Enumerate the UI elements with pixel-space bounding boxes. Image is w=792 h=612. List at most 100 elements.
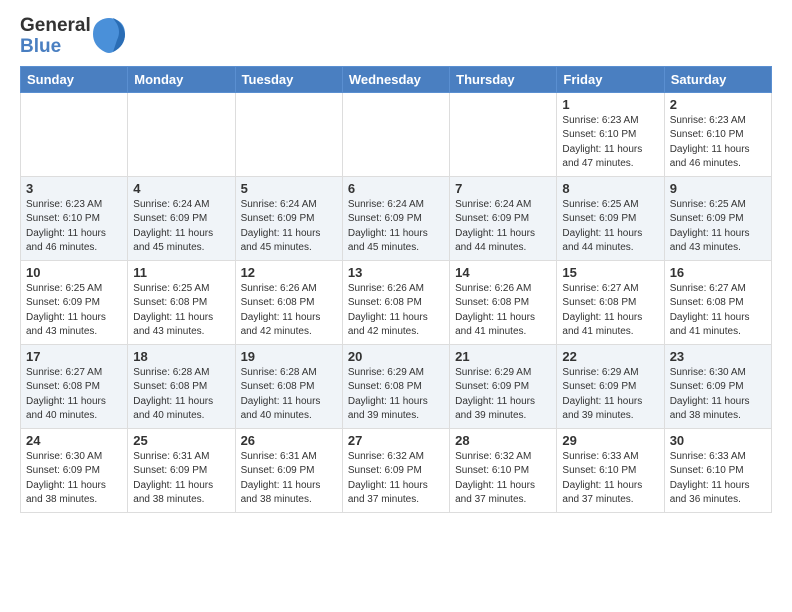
day-number: 1	[562, 97, 658, 112]
calendar-day-cell: 23 Sunrise: 6:30 AM Sunset: 6:09 PM Dayli…	[664, 344, 771, 428]
calendar-day-cell: 9 Sunrise: 6:25 AM Sunset: 6:09 PM Daylig…	[664, 176, 771, 260]
day-info: Sunrise: 6:23 AM Sunset: 6:10 PM Dayligh…	[26, 198, 122, 256]
calendar-week-row: 10Sunrise: 6:25 AM Sunset: 6:09 PM Dayli…	[21, 260, 772, 344]
calendar-day-cell: 17 Sunrise: 6:27 AM Sunset: 6:08 PM Dayli…	[21, 344, 128, 428]
day-number: 25	[133, 433, 229, 448]
calendar-week-row: 1 Sunrise: 6:23 AM Sunset: 6:10 PM Daylig…	[21, 92, 772, 176]
day-number: 15	[562, 265, 658, 280]
day-number: 5	[241, 181, 337, 196]
calendar-day-cell: 11 Sunrise: 6:25 AM Sunset: 6:08 PM Dayli…	[128, 260, 235, 344]
day-info: Sunrise: 6:24 AM Sunset: 6:09 PM Dayligh…	[241, 198, 337, 256]
day-number: 16	[670, 265, 766, 280]
day-number: 8	[562, 181, 658, 196]
day-number: 18	[133, 349, 229, 364]
day-number: 23	[670, 349, 766, 364]
day-info: Sunrise: 6:25 AM Sunset: 6:09 PM Dayligh…	[562, 198, 658, 256]
logo-blue-text: Blue	[20, 37, 91, 58]
day-info: Sunrise: 6:28 AM Sunset: 6:08 PM Dayligh…	[241, 366, 337, 424]
calendar-day-cell: 20 Sunrise: 6:29 AM Sunset: 6:08 PM Dayli…	[342, 344, 449, 428]
calendar-day-cell: 15 Sunrise: 6:27 AM Sunset: 6:08 PM Dayli…	[557, 260, 664, 344]
day-info: Sunrise: 6:27 AM Sunset: 6:08 PM Dayligh…	[562, 282, 658, 340]
calendar-day-cell	[21, 92, 128, 176]
calendar-day-cell: 6 Sunrise: 6:24 AM Sunset: 6:09 PM Daylig…	[342, 176, 449, 260]
calendar-day-cell: 30 Sunrise: 6:33 AM Sunset: 6:10 PM Dayli…	[664, 428, 771, 512]
calendar-day-cell: 10Sunrise: 6:25 AM Sunset: 6:09 PM Dayli…	[21, 260, 128, 344]
day-info: Sunrise: 6:26 AM Sunset: 6:08 PM Dayligh…	[348, 282, 444, 340]
calendar-day-cell: 12Sunrise: 6:26 AM Sunset: 6:08 PM Dayli…	[235, 260, 342, 344]
day-number: 30	[670, 433, 766, 448]
day-number: 20	[348, 349, 444, 364]
day-number: 11	[133, 265, 229, 280]
day-info: Sunrise: 6:24 AM Sunset: 6:09 PM Dayligh…	[348, 198, 444, 256]
calendar-week-row: 3 Sunrise: 6:23 AM Sunset: 6:10 PM Daylig…	[21, 176, 772, 260]
day-number: 4	[133, 181, 229, 196]
calendar-day-cell: 16 Sunrise: 6:27 AM Sunset: 6:08 PM Dayli…	[664, 260, 771, 344]
day-info: Sunrise: 6:33 AM Sunset: 6:10 PM Dayligh…	[670, 450, 766, 508]
day-number: 10	[26, 265, 122, 280]
day-info: Sunrise: 6:30 AM Sunset: 6:09 PM Dayligh…	[26, 450, 122, 508]
calendar-day-cell: 7 Sunrise: 6:24 AM Sunset: 6:09 PM Daylig…	[450, 176, 557, 260]
day-info: Sunrise: 6:31 AM Sunset: 6:09 PM Dayligh…	[241, 450, 337, 508]
day-number: 7	[455, 181, 551, 196]
day-info: Sunrise: 6:30 AM Sunset: 6:09 PM Dayligh…	[670, 366, 766, 424]
calendar-day-header: Wednesday	[342, 66, 449, 92]
calendar-day-header: Sunday	[21, 66, 128, 92]
day-number: 19	[241, 349, 337, 364]
calendar-day-cell: 1Sunrise: 6:23 AM Sunset: 6:10 PM Daylig…	[557, 92, 664, 176]
day-number: 17	[26, 349, 122, 364]
calendar-day-cell: 26 Sunrise: 6:31 AM Sunset: 6:09 PM Dayli…	[235, 428, 342, 512]
calendar-week-row: 17 Sunrise: 6:27 AM Sunset: 6:08 PM Dayli…	[21, 344, 772, 428]
logo: General Blue	[20, 16, 125, 58]
calendar-day-cell: 4Sunrise: 6:24 AM Sunset: 6:09 PM Daylig…	[128, 176, 235, 260]
day-number: 22	[562, 349, 658, 364]
day-info: Sunrise: 6:25 AM Sunset: 6:09 PM Dayligh…	[670, 198, 766, 256]
calendar-header-row: SundayMondayTuesdayWednesdayThursdayFrid…	[21, 66, 772, 92]
day-info: Sunrise: 6:28 AM Sunset: 6:08 PM Dayligh…	[133, 366, 229, 424]
logo-icon	[93, 16, 125, 54]
calendar-day-cell: 22Sunrise: 6:29 AM Sunset: 6:09 PM Dayli…	[557, 344, 664, 428]
calendar-day-cell: 21 Sunrise: 6:29 AM Sunset: 6:09 PM Dayli…	[450, 344, 557, 428]
day-info: Sunrise: 6:31 AM Sunset: 6:09 PM Dayligh…	[133, 450, 229, 508]
page-header: General Blue	[0, 0, 792, 66]
calendar-day-cell: 5 Sunrise: 6:24 AM Sunset: 6:09 PM Daylig…	[235, 176, 342, 260]
day-info: Sunrise: 6:29 AM Sunset: 6:09 PM Dayligh…	[455, 366, 551, 424]
day-number: 2	[670, 97, 766, 112]
calendar-day-header: Monday	[128, 66, 235, 92]
calendar-day-cell	[342, 92, 449, 176]
day-info: Sunrise: 6:27 AM Sunset: 6:08 PM Dayligh…	[670, 282, 766, 340]
calendar-header: SundayMondayTuesdayWednesdayThursdayFrid…	[21, 66, 772, 92]
calendar-day-cell: 14Sunrise: 6:26 AM Sunset: 6:08 PM Dayli…	[450, 260, 557, 344]
calendar-table: SundayMondayTuesdayWednesdayThursdayFrid…	[20, 66, 772, 513]
day-number: 6	[348, 181, 444, 196]
day-info: Sunrise: 6:27 AM Sunset: 6:08 PM Dayligh…	[26, 366, 122, 424]
calendar-day-cell	[450, 92, 557, 176]
logo-general-text: General	[20, 16, 91, 37]
calendar-week-row: 24 Sunrise: 6:30 AM Sunset: 6:09 PM Dayli…	[21, 428, 772, 512]
day-info: Sunrise: 6:23 AM Sunset: 6:10 PM Dayligh…	[670, 114, 766, 172]
calendar-day-cell: 8 Sunrise: 6:25 AM Sunset: 6:09 PM Daylig…	[557, 176, 664, 260]
day-number: 28	[455, 433, 551, 448]
calendar-day-cell: 19 Sunrise: 6:28 AM Sunset: 6:08 PM Dayli…	[235, 344, 342, 428]
day-info: Sunrise: 6:25 AM Sunset: 6:08 PM Dayligh…	[133, 282, 229, 340]
day-number: 21	[455, 349, 551, 364]
calendar-body: 1 Sunrise: 6:23 AM Sunset: 6:10 PM Daylig…	[21, 92, 772, 512]
day-number: 3	[26, 181, 122, 196]
calendar-wrapper: SundayMondayTuesdayWednesdayThursdayFrid…	[0, 66, 792, 523]
calendar-day-cell: 3 Sunrise: 6:23 AM Sunset: 6:10 PM Daylig…	[21, 176, 128, 260]
day-info: Sunrise: 6:26 AM Sunset: 6:08 PM Dayligh…	[455, 282, 551, 340]
day-number: 13	[348, 265, 444, 280]
calendar-day-cell	[235, 92, 342, 176]
day-number: 26	[241, 433, 337, 448]
day-number: 24	[26, 433, 122, 448]
calendar-day-header: Friday	[557, 66, 664, 92]
day-info: Sunrise: 6:24 AM Sunset: 6:09 PM Dayligh…	[455, 198, 551, 256]
calendar-day-cell: 28Sunrise: 6:32 AM Sunset: 6:10 PM Dayli…	[450, 428, 557, 512]
day-number: 9	[670, 181, 766, 196]
calendar-day-cell: 24 Sunrise: 6:30 AM Sunset: 6:09 PM Dayli…	[21, 428, 128, 512]
day-info: Sunrise: 6:33 AM Sunset: 6:10 PM Dayligh…	[562, 450, 658, 508]
day-info: Sunrise: 6:29 AM Sunset: 6:08 PM Dayligh…	[348, 366, 444, 424]
calendar-day-cell: 2 Sunrise: 6:23 AM Sunset: 6:10 PM Daylig…	[664, 92, 771, 176]
calendar-day-cell: 25 Sunrise: 6:31 AM Sunset: 6:09 PM Dayli…	[128, 428, 235, 512]
day-info: Sunrise: 6:32 AM Sunset: 6:09 PM Dayligh…	[348, 450, 444, 508]
calendar-day-cell	[128, 92, 235, 176]
